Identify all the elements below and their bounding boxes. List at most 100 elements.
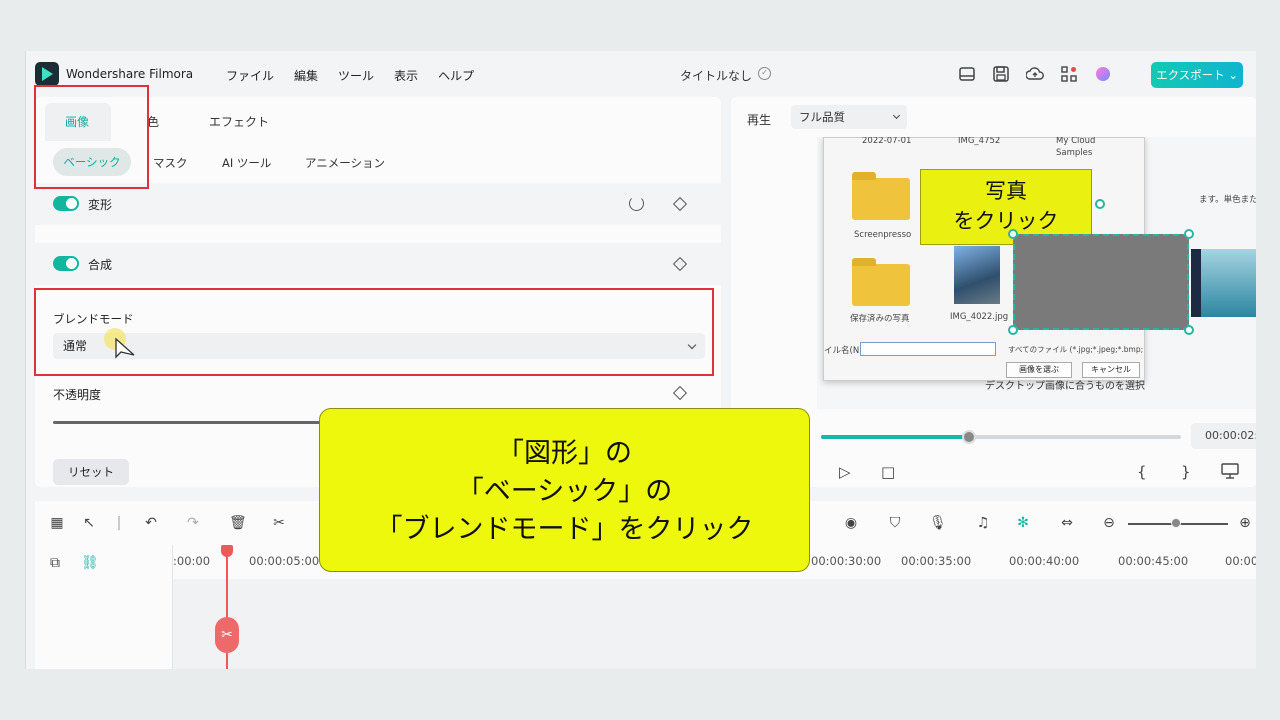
save-icon[interactable] <box>992 65 1010 83</box>
select-arrow-icon[interactable]: ↖ <box>81 515 97 531</box>
link-icon[interactable]: ⛓ <box>81 555 99 571</box>
preview-canvas[interactable]: 2022-07-01 IMG_4752 My Cloud Samples Scr… <box>817 137 1256 409</box>
chevron-down-icon <box>892 111 901 120</box>
export-button[interactable]: エクスポート ⌄ <box>1151 62 1243 88</box>
progress-fill <box>821 435 969 439</box>
file-type-filter[interactable]: すべてのファイル (*.jpg;*.jpeg;*.bmp; <box>1008 344 1143 355</box>
ruler-time: 00:00:30:00 <box>811 554 882 568</box>
reset-transform-icon[interactable] <box>629 196 644 211</box>
app-name: Wondershare Filmora <box>66 67 194 81</box>
zoom-in-icon[interactable]: ⊕ <box>1237 515 1253 531</box>
zoom-out-icon[interactable]: ⊖ <box>1101 515 1117 531</box>
menu-file[interactable]: ファイル <box>226 67 274 84</box>
add-track-icon[interactable]: ⧉ <box>47 555 63 571</box>
menu-help[interactable]: ヘルプ <box>438 67 474 84</box>
filmora-window: Wondershare Filmora ファイル 編集 ツール 表示 ヘルプ タ… <box>25 51 1256 669</box>
select-image-button[interactable]: 画像を選ぶ <box>1006 362 1072 378</box>
highlight-blend-mode-box <box>34 288 714 376</box>
project-title[interactable]: タイトルなし <box>680 67 752 84</box>
transform-label: 変形 <box>88 198 113 212</box>
cut-icon[interactable]: ✂ <box>271 515 287 531</box>
slide-thumbnail[interactable] <box>1201 249 1256 317</box>
reset-button[interactable]: リセット <box>53 459 129 485</box>
filmora-logo-icon <box>35 62 59 86</box>
folder-icon[interactable] <box>852 258 910 306</box>
snap-icon[interactable]: ✻ <box>1015 515 1031 531</box>
ruler-time: 00:00:35:00 <box>901 554 972 568</box>
keyframe-diamond-icon[interactable] <box>672 385 688 401</box>
title-bar: Wondershare Filmora ファイル 編集 ツール 表示 ヘルプ タ… <box>26 51 1256 97</box>
stop-icon[interactable]: □ <box>881 463 895 481</box>
resize-handle[interactable] <box>1184 325 1194 335</box>
divider: | <box>116 515 122 531</box>
mark-in-icon[interactable]: { <box>1137 463 1147 481</box>
delete-icon[interactable]: 🗑 <box>229 515 247 531</box>
compose-label: 合成 <box>88 258 113 272</box>
timeline-tracks[interactable] <box>173 579 1256 669</box>
menu-bar: ファイル 編集 ツール 表示 ヘルプ <box>226 67 474 84</box>
rotate-handle[interactable] <box>1095 199 1105 209</box>
folder-screenpresso[interactable]: Screenpresso <box>854 230 911 240</box>
fit-width-icon[interactable]: ⇔ <box>1059 515 1075 531</box>
menu-view[interactable]: 表示 <box>394 67 418 84</box>
subtab-mask[interactable]: マスク <box>153 155 188 171</box>
keyframe-diamond-icon[interactable] <box>672 196 688 212</box>
microphone-icon[interactable]: 🎙 <box>929 515 947 531</box>
ruler-time: 00:00:45:00 <box>1118 554 1189 568</box>
mark-out-icon[interactable]: } <box>1181 463 1191 481</box>
speed-icon[interactable]: ◉ <box>843 515 859 531</box>
subtab-animation[interactable]: アニメーション <box>305 155 385 171</box>
folder-icon[interactable] <box>852 172 910 220</box>
dialog-item-mycloud[interactable]: My Cloud <box>1056 137 1095 146</box>
ruler-time: 00:00 <box>1225 554 1256 568</box>
current-time: 00:00:02: <box>1191 423 1256 449</box>
dialog-item-date[interactable]: 2022-07-01 <box>862 137 911 146</box>
ruler-time: 00:00:40:00 <box>1009 554 1080 568</box>
callout-line-3: 「ブレンドモード」をクリック <box>375 514 754 545</box>
image-thumbnail[interactable] <box>954 246 1000 304</box>
quality-dropdown[interactable]: フル品質 <box>791 105 907 129</box>
dialog-item-img4752[interactable]: IMG_4752 <box>958 137 1000 146</box>
playback-progress[interactable] <box>821 430 1181 444</box>
menu-edit[interactable]: 編集 <box>294 67 318 84</box>
dialog-cancel-button[interactable]: キャンセル <box>1082 362 1140 378</box>
resize-handle[interactable] <box>1008 229 1018 239</box>
transform-toggle[interactable] <box>53 196 79 211</box>
compose-section: 合成 <box>35 243 721 285</box>
apps-grid-icon[interactable] <box>1060 65 1078 83</box>
zoom-knob[interactable] <box>1171 518 1181 528</box>
marker-icon[interactable]: ⛉ <box>887 515 903 531</box>
music-list-icon[interactable]: ♫ <box>975 515 991 531</box>
grid-layout-icon[interactable]: ▦ <box>49 515 65 531</box>
ruler-time: 00:00:05:00 <box>249 554 320 568</box>
resize-handle[interactable] <box>1184 229 1194 239</box>
desktop-hint-text: デスクトップ画像に合うものを選択 <box>985 381 1145 392</box>
tab-effect[interactable]: エフェクト <box>209 113 269 130</box>
resize-handle[interactable] <box>1008 325 1018 335</box>
selected-shape[interactable] <box>1013 234 1189 330</box>
instruction-callout: 「図形」の 「ベーシック」の 「ブレンドモード」をクリック <box>319 408 810 572</box>
redo-icon[interactable]: ↷ <box>185 515 201 531</box>
player-label: 再生 <box>747 113 772 127</box>
keyframe-diamond-icon[interactable] <box>672 256 688 272</box>
ai-orb-icon[interactable] <box>1094 65 1112 83</box>
compose-toggle[interactable] <box>53 256 79 271</box>
playhead-handle[interactable] <box>221 545 233 557</box>
opacity-label: 不透明度 <box>53 388 102 402</box>
subtab-ai-tools[interactable]: AI ツール <box>222 155 271 171</box>
undo-icon[interactable]: ↶ <box>143 515 159 531</box>
filename-input[interactable] <box>860 342 996 356</box>
folder-saved-photos[interactable]: 保存済みの写真 <box>850 312 910 324</box>
track-header-area: ⧉ ⛓ <box>35 545 173 669</box>
display-settings-icon[interactable] <box>1221 463 1239 479</box>
progress-knob[interactable] <box>961 430 976 444</box>
opacity-slider[interactable] <box>53 421 343 424</box>
saved-check-icon: ✓ <box>758 67 771 80</box>
image-file-name[interactable]: IMG_4022.jpg <box>950 312 1008 322</box>
play-icon[interactable]: ▷ <box>839 463 851 481</box>
cloud-upload-icon[interactable] <box>1026 65 1044 83</box>
split-scissor-icon[interactable]: ✂ <box>215 617 239 653</box>
dialog-item-samples[interactable]: Samples <box>1056 148 1092 158</box>
menu-tools[interactable]: ツール <box>338 67 374 84</box>
layout-icon[interactable] <box>958 65 976 83</box>
